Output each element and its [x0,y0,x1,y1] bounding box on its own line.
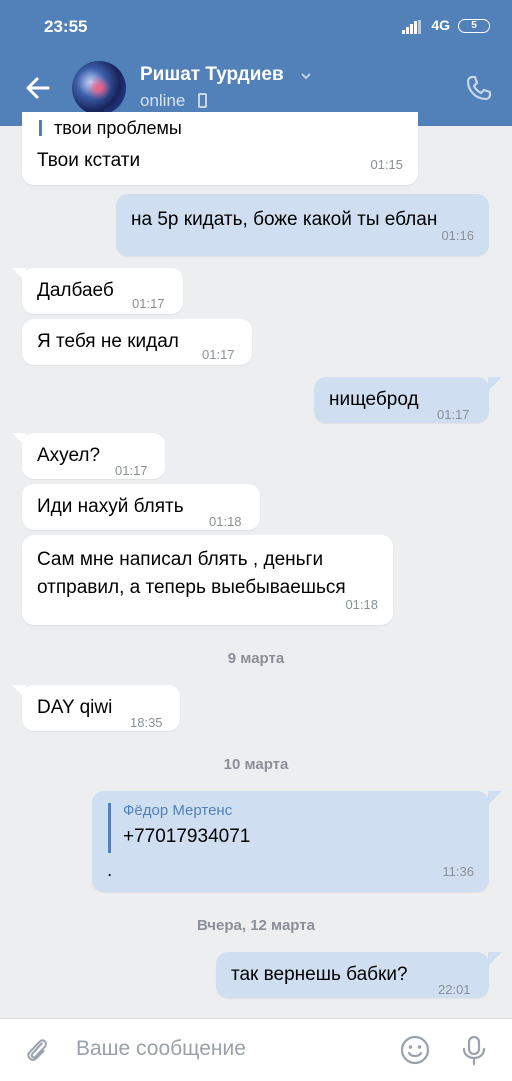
message-outgoing[interactable]: на 5р кидать, боже какой ты еблан 01:16 [116,194,489,256]
message-outgoing[interactable]: так вернешь бабки? 22:01 [216,952,489,998]
chevron-down-icon[interactable] [300,70,312,82]
battery-icon: 5 [458,19,490,33]
contact-name[interactable]: Ришат Турдиев [140,64,284,86]
message-text-line: отправил, а теперь выебываешься [37,577,346,598]
mobile-icon [198,93,207,108]
message-incoming[interactable]: твои проблемы Твои кстати 01:15 [22,112,418,185]
message-time: 01:18 [345,597,378,612]
message-incoming[interactable]: Ахуел? 01:17 [22,433,165,479]
reply-quote-text: твои проблемы [54,118,182,138]
message-time: 18:35 [130,715,163,730]
battery-level: 5 [471,20,477,31]
presence-status: online [140,91,186,110]
message-incoming[interactable]: Иди нахуй блять 01:18 [22,484,260,530]
message-incoming[interactable]: Далбаеб 01:17 [22,268,183,314]
date-separator: 9 марта [227,650,285,667]
message-time: 22:01 [438,982,471,997]
message-input[interactable]: Ваше сообщение [76,1037,246,1061]
avatar[interactable] [72,61,126,115]
message-text-line: Сам мне написал блять , деньги [37,549,324,570]
message-incoming[interactable]: Сам мне написал блять , деньги отправил,… [22,535,393,625]
message-text: нищеброд [329,389,419,410]
message-composer: Ваше сообщение [0,1018,512,1081]
date-separator: Вчера, 12 марта [197,917,315,934]
network-type: 4G [431,17,450,33]
paperclip-icon[interactable] [22,1034,52,1066]
status-bar: 23:55 4G 5 [0,0,512,52]
arrow-left-icon[interactable] [22,72,54,104]
message-text: на 5р кидать, боже какой ты еблан [131,209,438,230]
chat-header: 23:55 4G 5 Ришат Турдиев online [0,0,512,126]
microphone-icon[interactable] [458,1033,490,1067]
forward-text: +77017934071 [123,826,251,847]
message-time: 01:16 [441,228,474,243]
message-text: Я тебя не кидал [37,331,179,352]
signal-icon [402,20,422,34]
message-time: 01:17 [115,463,148,478]
message-outgoing[interactable]: нищеброд 01:17 [314,377,489,423]
smile-icon[interactable] [399,1034,431,1066]
message-time: 01:17 [132,296,165,311]
message-text: Твои кстати [37,150,141,171]
message-text: DAY qiwi [37,697,113,718]
message-text: Иди нахуй блять [37,496,184,517]
bubble-tail [488,377,502,391]
forward-sender: Фёдор Мертенс [123,802,233,819]
reply-quote-bar [39,120,42,136]
message-outgoing-forwarded[interactable]: Фёдор Мертенс +77017934071 . 11:36 [92,791,489,892]
bubble-tail [488,791,502,805]
message-text: так вернешь бабки? [231,964,408,985]
status-time: 23:55 [44,17,88,36]
message-text: Далбаеб [37,280,114,301]
bubble-tail [488,952,502,966]
message-incoming[interactable]: DAY qiwi 18:35 [22,685,180,731]
message-time: 01:17 [202,347,235,362]
message-time: 11:36 [442,864,474,879]
message-incoming[interactable]: Я тебя не кидал 01:17 [22,319,252,365]
forward-bar [108,803,111,853]
message-time: 01:17 [437,407,470,422]
message-time: 01:18 [209,514,242,529]
message-text: Ахуел? [37,445,101,466]
message-text: . [107,860,113,881]
message-time: 01:15 [370,157,403,172]
date-separator: 10 марта [223,756,289,773]
phone-icon[interactable] [464,73,494,103]
